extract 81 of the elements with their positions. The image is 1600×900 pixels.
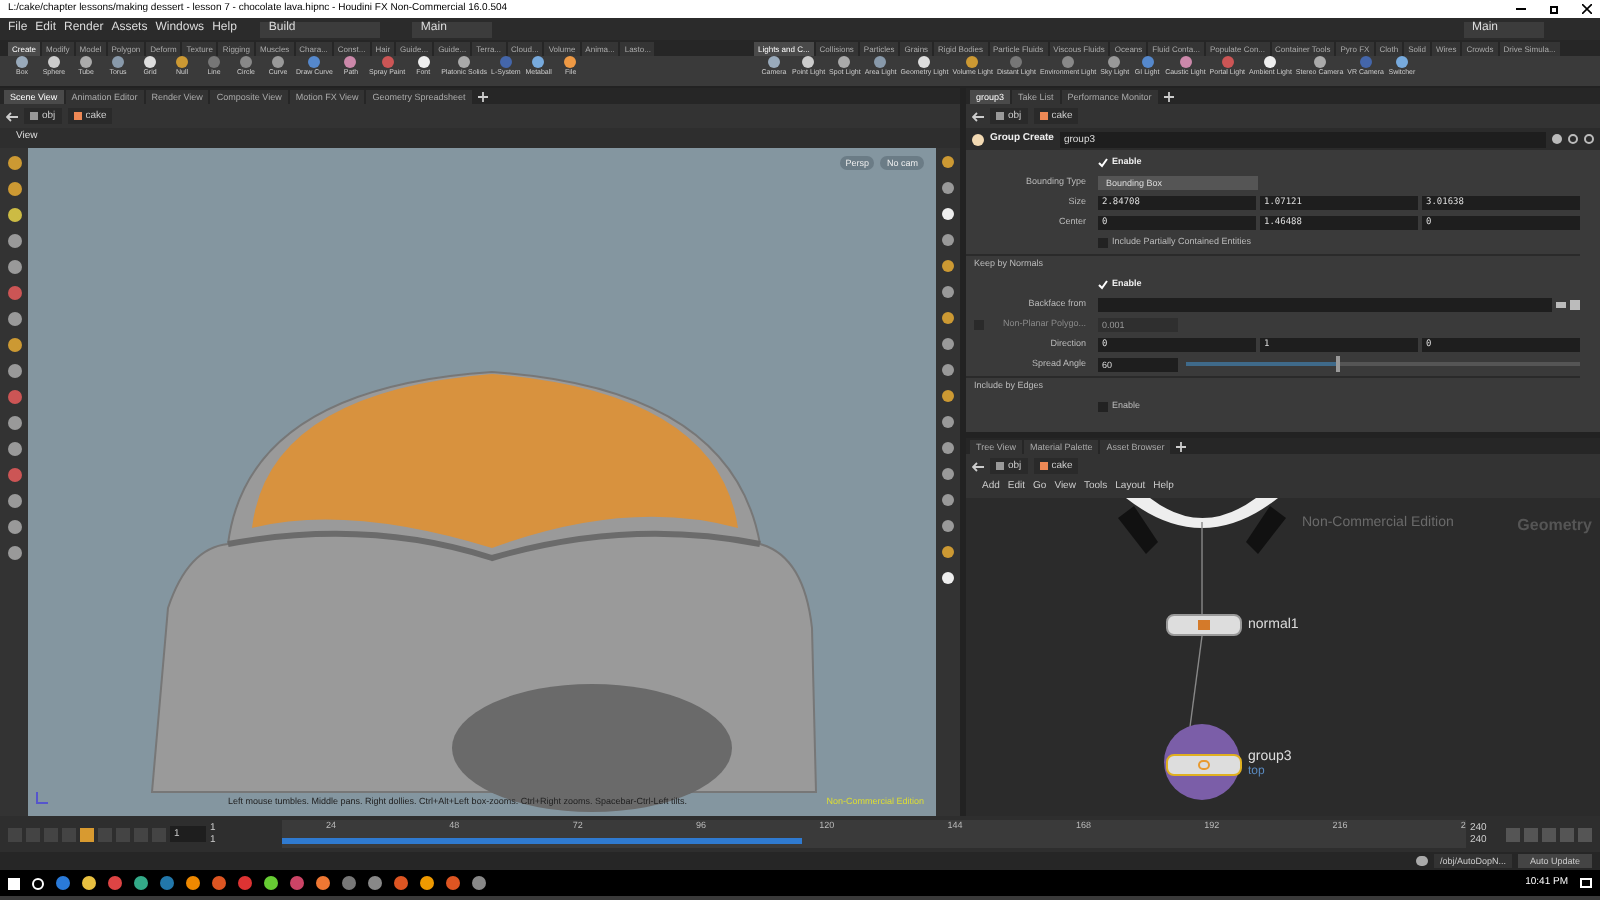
windows-logo-icon <box>8 877 20 889</box>
tool-icon <box>381 56 394 68</box>
tool-icon <box>176 56 188 68</box>
tool-icon <box>942 156 954 168</box>
tool-icon <box>942 442 954 454</box>
tool-icon <box>1221 56 1234 68</box>
back-arrow-icon[interactable] <box>6 111 18 121</box>
node-icon <box>1198 620 1210 630</box>
tool-icon <box>1062 56 1075 68</box>
tool-icon <box>48 56 60 68</box>
maximize-icon <box>1550 5 1558 13</box>
tool-icon <box>1313 56 1326 68</box>
tool-icon <box>458 56 471 68</box>
tool-icon <box>942 208 954 220</box>
checkbox[interactable] <box>1098 157 1108 167</box>
tool-icon <box>942 494 954 506</box>
node-icon <box>972 133 984 145</box>
slider-thumb[interactable] <box>1335 356 1340 372</box>
info-icon <box>1568 134 1578 144</box>
minimize-icon <box>1516 8 1526 10</box>
tool-icon <box>1179 56 1192 68</box>
tool-icon <box>208 56 220 68</box>
tool-icon <box>499 56 512 68</box>
axis-icon <box>36 792 48 804</box>
tool-icon <box>344 56 357 68</box>
input-field[interactable] <box>1098 297 1552 311</box>
tool-icon <box>564 56 577 68</box>
back-arrow-icon[interactable] <box>972 461 984 471</box>
node-tile[interactable] <box>1166 754 1242 776</box>
tool-icon <box>942 312 954 324</box>
checkbox[interactable] <box>1098 237 1108 247</box>
tool-icon <box>942 182 954 194</box>
back-arrow-icon[interactable] <box>972 111 984 121</box>
tool-icon <box>1010 56 1023 68</box>
tool-icon <box>942 260 954 272</box>
tool-icon <box>942 286 954 298</box>
checkbox[interactable] <box>1098 279 1108 289</box>
tool-icon <box>942 416 954 428</box>
checkbox[interactable] <box>1098 401 1108 411</box>
node-tile[interactable] <box>1166 614 1242 636</box>
tool-icon <box>942 234 954 246</box>
search-icon <box>32 877 44 889</box>
tool-icon <box>942 520 954 532</box>
tool-icon <box>532 56 545 68</box>
tool-icon <box>838 56 851 68</box>
tool-icon <box>240 56 252 68</box>
tool-icon <box>1264 56 1277 68</box>
help-icon <box>1584 134 1594 144</box>
tool-icon <box>942 572 954 584</box>
close-icon[interactable] <box>1582 4 1592 14</box>
tool-icon <box>942 364 954 376</box>
add-tab-icon[interactable] <box>477 92 488 102</box>
tool-icon <box>942 390 954 402</box>
connector-line <box>1201 521 1203 615</box>
tool-icon <box>1141 56 1154 68</box>
settings-icon <box>1552 134 1562 144</box>
tool-icon <box>80 56 92 68</box>
tool-icon <box>308 56 321 68</box>
notification-icon <box>1580 878 1592 888</box>
tool-icon <box>16 56 28 68</box>
tool-icon <box>942 468 954 480</box>
tool-icon <box>112 56 124 68</box>
tool-icon <box>1108 56 1121 68</box>
node-picker-icon <box>1570 299 1580 309</box>
tool-icon <box>144 56 156 68</box>
chat-icon <box>1415 856 1428 866</box>
tool-icon <box>1395 56 1408 68</box>
tool-icon <box>272 56 284 68</box>
node-icon <box>1198 760 1210 770</box>
add-tab-icon[interactable] <box>1163 92 1174 102</box>
tool-icon <box>874 56 887 68</box>
tool-icon <box>1359 56 1372 68</box>
add-tab-icon[interactable] <box>1176 442 1187 452</box>
tool-icon <box>966 56 979 68</box>
tool-icon <box>918 56 931 68</box>
tool-icon <box>768 56 780 68</box>
tool-icon <box>942 338 954 350</box>
tool-icon <box>942 546 954 558</box>
cache-bar-icon <box>282 838 803 844</box>
tool-icon <box>417 56 430 68</box>
tool-icon <box>802 56 815 68</box>
